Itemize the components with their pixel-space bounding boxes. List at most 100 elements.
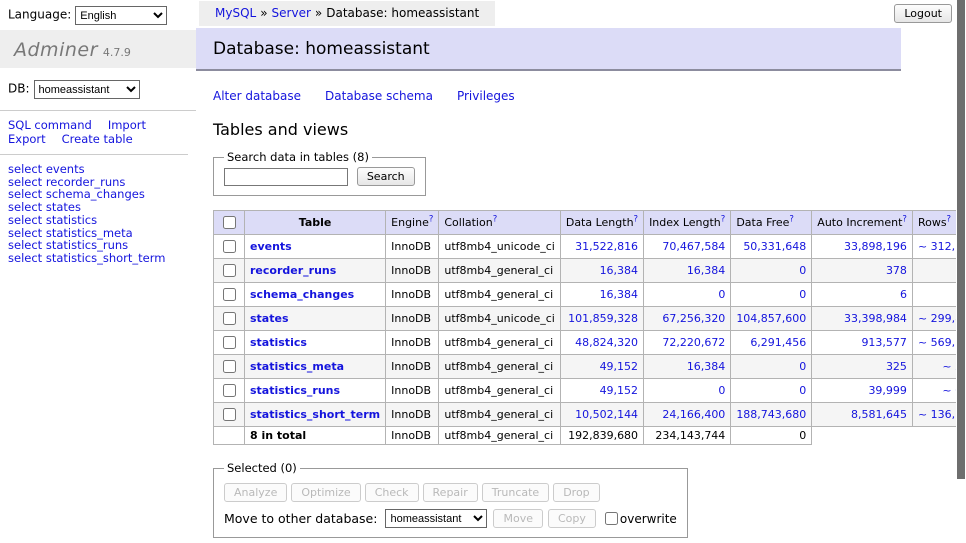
search-button[interactable]: Search (357, 167, 415, 186)
table-name-cell: events (245, 235, 386, 259)
cell-data_length: 101,859,328 (560, 307, 643, 331)
analyze-button[interactable]: Analyze (224, 483, 287, 502)
row-checkbox[interactable] (223, 240, 236, 253)
cell-collation: utf8mb4_general_ci (439, 355, 560, 379)
table-name-cell: statistics_meta (245, 355, 386, 379)
row-checkbox-cell (214, 355, 245, 379)
help-link[interactable]: ? (721, 214, 726, 224)
help-link[interactable]: ? (634, 214, 639, 224)
row-checkbox[interactable] (223, 384, 236, 397)
app-version: 4.7.9 (103, 46, 131, 59)
sidebar-link[interactable]: Export (8, 132, 46, 146)
cell-engine: InnoDB (386, 379, 439, 403)
cell-data_length: 48,824,320 (560, 331, 643, 355)
drop-button[interactable]: Drop (553, 483, 599, 502)
optimize-button[interactable]: Optimize (291, 483, 360, 502)
scrollbar-thumb[interactable] (957, 0, 965, 479)
repair-button[interactable]: Repair (423, 483, 478, 502)
row-checkbox-cell (214, 283, 245, 307)
total-data_length: 192,839,680 (560, 427, 643, 445)
db-action-link[interactable]: Database schema (325, 89, 433, 103)
truncate-button[interactable]: Truncate (482, 483, 549, 502)
cell-index_length: 72,220,672 (644, 331, 731, 355)
cell-engine: InnoDB (386, 355, 439, 379)
db-label: DB: (8, 82, 30, 96)
table-link[interactable]: states (250, 312, 289, 325)
help-link[interactable]: ? (493, 214, 498, 224)
table-link[interactable]: schema_changes (250, 288, 354, 301)
cell-data_length: 49,152 (560, 379, 643, 403)
row-checkbox-cell (214, 403, 245, 427)
overwrite-checkbox[interactable] (605, 512, 618, 525)
help-link[interactable]: ? (902, 214, 907, 224)
table-link[interactable]: events (250, 240, 292, 253)
sidebar-select-table-link[interactable]: select statistics (8, 214, 196, 227)
select-all-checkbox[interactable] (223, 216, 236, 229)
column-header: Auto Increment? (812, 211, 913, 235)
total-row: 8 in totalInnoDButf8mb4_general_ci192,83… (214, 427, 966, 445)
column-header: Data Free? (731, 211, 812, 235)
db-action-link[interactable]: Alter database (213, 89, 301, 103)
language-label: Language: (8, 8, 71, 22)
cell-auto_increment: 8,581,645 (812, 403, 913, 427)
breadcrumb-item[interactable]: MySQL (215, 6, 256, 20)
database-actions: Alter database Database schema Privileges (213, 89, 966, 103)
search-fieldset: Search data in tables (8) Search (213, 150, 426, 196)
sidebar-link[interactable]: Create table (62, 132, 133, 146)
sidebar: Adminer 4.7.9 DB: homeassistant SQL comma… (0, 30, 196, 265)
table-link[interactable]: recorder_runs (250, 264, 336, 277)
db-select[interactable]: homeassistant (34, 80, 140, 99)
row-checkbox[interactable] (223, 288, 236, 301)
breadcrumb-separator: » (260, 6, 267, 20)
cell-engine: InnoDB (386, 331, 439, 355)
cell-auto_increment: 913,577 (812, 331, 913, 355)
row-checkbox[interactable] (223, 408, 236, 421)
sidebar-select-table-link[interactable]: select statistics_short_term (8, 252, 196, 265)
cell-data_free: 6,291,456 (731, 331, 812, 355)
db-action-link[interactable]: Privileges (457, 89, 515, 103)
copy-button[interactable]: Copy (548, 509, 596, 528)
search-legend: Search data in tables (8) (224, 150, 372, 164)
breadcrumb: MySQL»Server»Database: homeassistant (199, 1, 495, 26)
row-checkbox-cell (214, 307, 245, 331)
move-button[interactable]: Move (493, 509, 543, 528)
cell-auto_increment: 6 (812, 283, 913, 307)
cell-index_length: 0 (644, 379, 731, 403)
column-header: Data Length? (560, 211, 643, 235)
row-checkbox[interactable] (223, 312, 236, 325)
column-header: Collation? (439, 211, 560, 235)
table-row: eventsInnoDButf8mb4_unicode_ci31,522,816… (214, 235, 966, 259)
row-checkbox[interactable] (223, 336, 236, 349)
move-db-select[interactable]: homeassistant (385, 509, 487, 528)
main-content: Alter databaseDatabase schemaPrivileges … (196, 89, 966, 543)
move-label: Move to other database: (224, 511, 377, 526)
cell-collation: utf8mb4_general_ci (439, 403, 560, 427)
check-button[interactable]: Check (365, 483, 419, 502)
search-input[interactable] (224, 168, 348, 186)
cell-index_length: 24,166,400 (644, 403, 731, 427)
table-link[interactable]: statistics_meta (250, 360, 344, 373)
breadcrumb-item[interactable]: Server (272, 6, 311, 20)
table-link[interactable]: statistics_short_term (250, 408, 380, 421)
sidebar-select-table-link[interactable]: select events (8, 163, 196, 176)
table-row: schema_changesInnoDButf8mb4_general_ci16… (214, 283, 966, 307)
help-link[interactable]: ? (789, 214, 794, 224)
sidebar-link[interactable]: Import (108, 118, 146, 132)
vertical-scrollbar[interactable] (956, 0, 966, 543)
cell-index_length: 16,384 (644, 355, 731, 379)
row-checkbox[interactable] (223, 264, 236, 277)
help-link[interactable]: ? (947, 214, 952, 224)
help-link[interactable]: ? (429, 214, 434, 224)
table-row: statesInnoDButf8mb4_unicode_ci101,859,32… (214, 307, 966, 331)
sidebar-table-links: select eventsselect recorder_runsselect … (0, 155, 196, 265)
sidebar-select-table-link[interactable]: select states (8, 201, 196, 214)
cell-auto_increment: 33,898,196 (812, 235, 913, 259)
row-checkbox[interactable] (223, 360, 236, 373)
table-link[interactable]: statistics_runs (250, 384, 340, 397)
cell-collation: utf8mb4_general_ci (439, 331, 560, 355)
sidebar-link[interactable]: SQL command (8, 118, 92, 132)
cell-data_length: 10,502,144 (560, 403, 643, 427)
language-select[interactable]: English (75, 6, 167, 25)
app-title: Adminer 4.7.9 (0, 30, 196, 68)
table-link[interactable]: statistics (250, 336, 307, 349)
